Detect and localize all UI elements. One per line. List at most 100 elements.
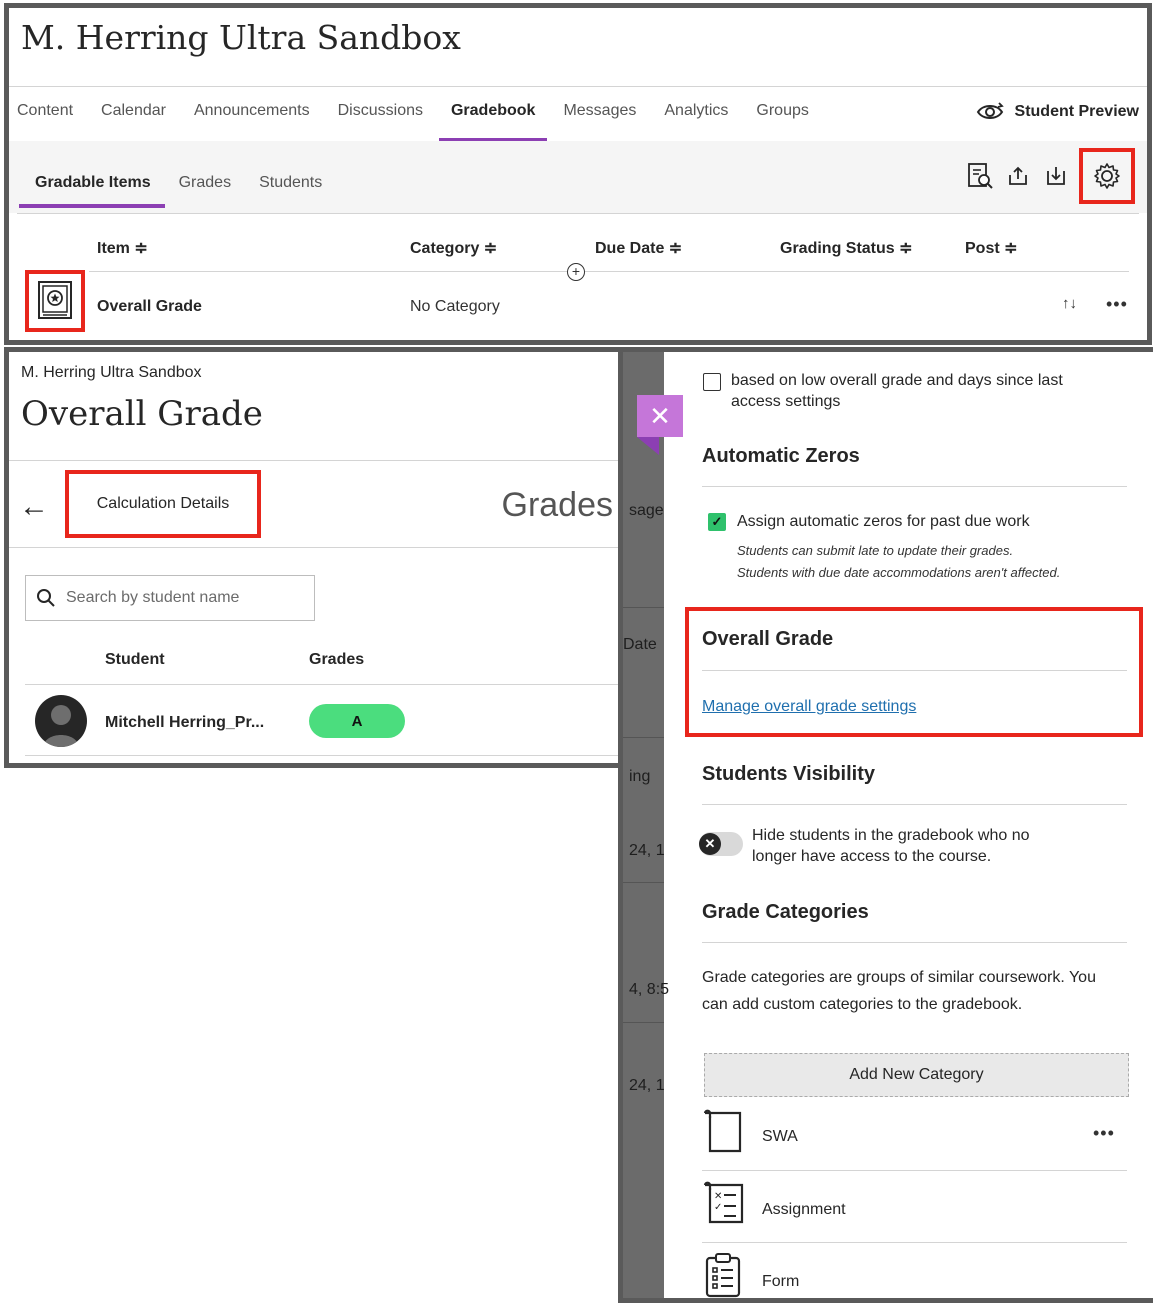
course-title: M. Herring Ultra Sandbox: [21, 18, 461, 57]
gradebook-settings-panel: sage Date ing 24, 1 4, 8:5 24, 1 ✕ based…: [618, 347, 1153, 1303]
categories-description: can add custom categories to the gradebo…: [702, 996, 1023, 1013]
nav-analytics[interactable]: Analytics: [664, 102, 728, 132]
download-icon[interactable]: [1037, 156, 1075, 196]
divider: [9, 547, 619, 548]
col-post[interactable]: Post ≑: [965, 238, 1018, 258]
checklist-icon: ✕ ✓: [702, 1180, 748, 1231]
course-nav: Content Calendar Announcements Discussio…: [17, 102, 837, 142]
more-options-icon[interactable]: •••: [1093, 1123, 1115, 1144]
close-icon[interactable]: ✕: [637, 395, 683, 437]
tab-grades[interactable]: Grades: [179, 174, 231, 192]
background-text: Date: [623, 636, 657, 653]
overall-grade-icon[interactable]: [25, 270, 85, 332]
upload-icon[interactable]: [999, 156, 1037, 196]
gear-icon[interactable]: [1079, 148, 1135, 204]
grade-review-icon[interactable]: [961, 156, 999, 196]
svg-text:✕: ✕: [714, 1191, 722, 1202]
more-options-icon[interactable]: •••: [1106, 294, 1128, 315]
auto-zeros-label: Assign automatic zeros for past due work: [737, 513, 1030, 530]
nav-gradebook[interactable]: Gradebook: [438, 102, 548, 142]
eye-refresh-icon: [976, 102, 1004, 119]
avatar: [35, 695, 87, 747]
auto-zeros-heading: Automatic Zeros: [702, 445, 860, 467]
nav-groups[interactable]: Groups: [756, 102, 808, 132]
divider: [702, 804, 1127, 805]
hide-students-toggle[interactable]: ✕: [699, 832, 743, 856]
divider: [9, 460, 619, 461]
auto-zeros-checkbox[interactable]: ✓: [708, 513, 726, 531]
divider: [702, 942, 1127, 943]
col-category[interactable]: Category ≑: [410, 238, 497, 258]
tab-gradable-items[interactable]: Gradable Items: [19, 174, 165, 208]
overall-grade-page: M. Herring Ultra Sandbox Overall Grade ←…: [4, 347, 624, 768]
col-due-date[interactable]: Due Date ≑: [595, 238, 682, 258]
nav-calendar[interactable]: Calendar: [101, 102, 166, 132]
toggle-off-icon: ✕: [699, 833, 721, 855]
col-student: Student: [105, 651, 165, 668]
divider: [25, 755, 619, 756]
student-name[interactable]: Mitchell Herring_Pr...: [105, 714, 264, 732]
auto-zeros-note: Students with due date accommodations ar…: [737, 565, 1061, 580]
search-placeholder: Search by student name: [66, 589, 240, 606]
category-assignment: Assignment: [762, 1201, 846, 1218]
tab-students[interactable]: Students: [259, 174, 322, 192]
add-new-category-label: Add New Category: [849, 1066, 984, 1083]
scroll-document-icon: [702, 1108, 748, 1159]
students-visibility-heading: Students Visibility: [702, 763, 875, 785]
page-title: Overall Grade: [21, 394, 263, 434]
category-swa: SWA: [762, 1128, 798, 1145]
category-form: Form: [762, 1273, 800, 1290]
add-new-category-button[interactable]: Add New Category: [704, 1053, 1129, 1097]
overall-grade-highlight: [685, 607, 1143, 737]
divider: [702, 1242, 1127, 1243]
divider: [9, 86, 1147, 87]
overall-grade-heading: Overall Grade: [702, 628, 834, 650]
item-category: No Category: [410, 298, 500, 315]
nav-messages[interactable]: Messages: [563, 102, 636, 132]
divider: [702, 670, 1127, 671]
divider: [623, 1022, 664, 1023]
close-tab-tail: [637, 437, 659, 455]
notification-text: access settings: [731, 393, 841, 410]
manage-overall-grade-link[interactable]: Manage overall grade settings: [702, 698, 916, 716]
divider: [623, 882, 664, 883]
nav-discussions[interactable]: Discussions: [338, 102, 423, 132]
divider: [702, 1170, 1127, 1171]
student-preview-button[interactable]: Student Preview: [975, 101, 1139, 123]
search-icon: [37, 589, 55, 607]
notification-checkbox[interactable]: [703, 373, 721, 391]
grade-categories-heading: Grade Categories: [702, 901, 869, 923]
back-arrow-icon[interactable]: ←: [19, 490, 49, 524]
search-input[interactable]: Search by student name: [25, 575, 315, 621]
divider: [89, 271, 1129, 272]
col-grading-status[interactable]: Grading Status ≑: [780, 238, 913, 258]
grades-tab[interactable]: Grades: [502, 486, 614, 525]
overall-grade-item[interactable]: Overall Grade: [97, 298, 202, 316]
grade-pill[interactable]: A: [309, 704, 405, 738]
divider: [623, 607, 664, 608]
background-text: sage: [629, 502, 664, 519]
student-preview-label: Student Preview: [1014, 103, 1139, 120]
breadcrumb[interactable]: M. Herring Ultra Sandbox: [21, 364, 202, 382]
background-text: 24, 1: [629, 1077, 665, 1094]
gradebook-panel: M. Herring Ultra Sandbox Content Calenda…: [4, 3, 1152, 345]
nav-announcements[interactable]: Announcements: [194, 102, 310, 132]
divider: [623, 737, 664, 738]
divider: [702, 486, 1127, 487]
divider: [25, 684, 619, 685]
background-text: 4, 8:5: [629, 981, 670, 998]
notification-text: based on low overall grade and days sinc…: [731, 372, 1063, 389]
calculation-details-label: Calculation Details: [96, 495, 230, 512]
grade-value: A: [351, 712, 363, 730]
dimmed-background: sage Date ing 24, 1 4, 8:5 24, 1: [623, 352, 669, 1298]
col-item[interactable]: Item ≑: [97, 238, 148, 258]
svg-text:✓: ✓: [714, 1202, 722, 1213]
background-text: 24, 1: [629, 842, 665, 859]
reorder-icon[interactable]: ↑↓: [1062, 295, 1077, 312]
background-text: ing: [629, 768, 651, 785]
calculation-details-tab[interactable]: Calculation Details: [65, 470, 261, 538]
gradebook-subtabs: Gradable Items Grades Students: [19, 174, 350, 208]
auto-zeros-note: Students can submit late to update their…: [737, 543, 1014, 558]
add-item-icon[interactable]: +: [567, 263, 585, 281]
nav-content[interactable]: Content: [17, 102, 73, 132]
